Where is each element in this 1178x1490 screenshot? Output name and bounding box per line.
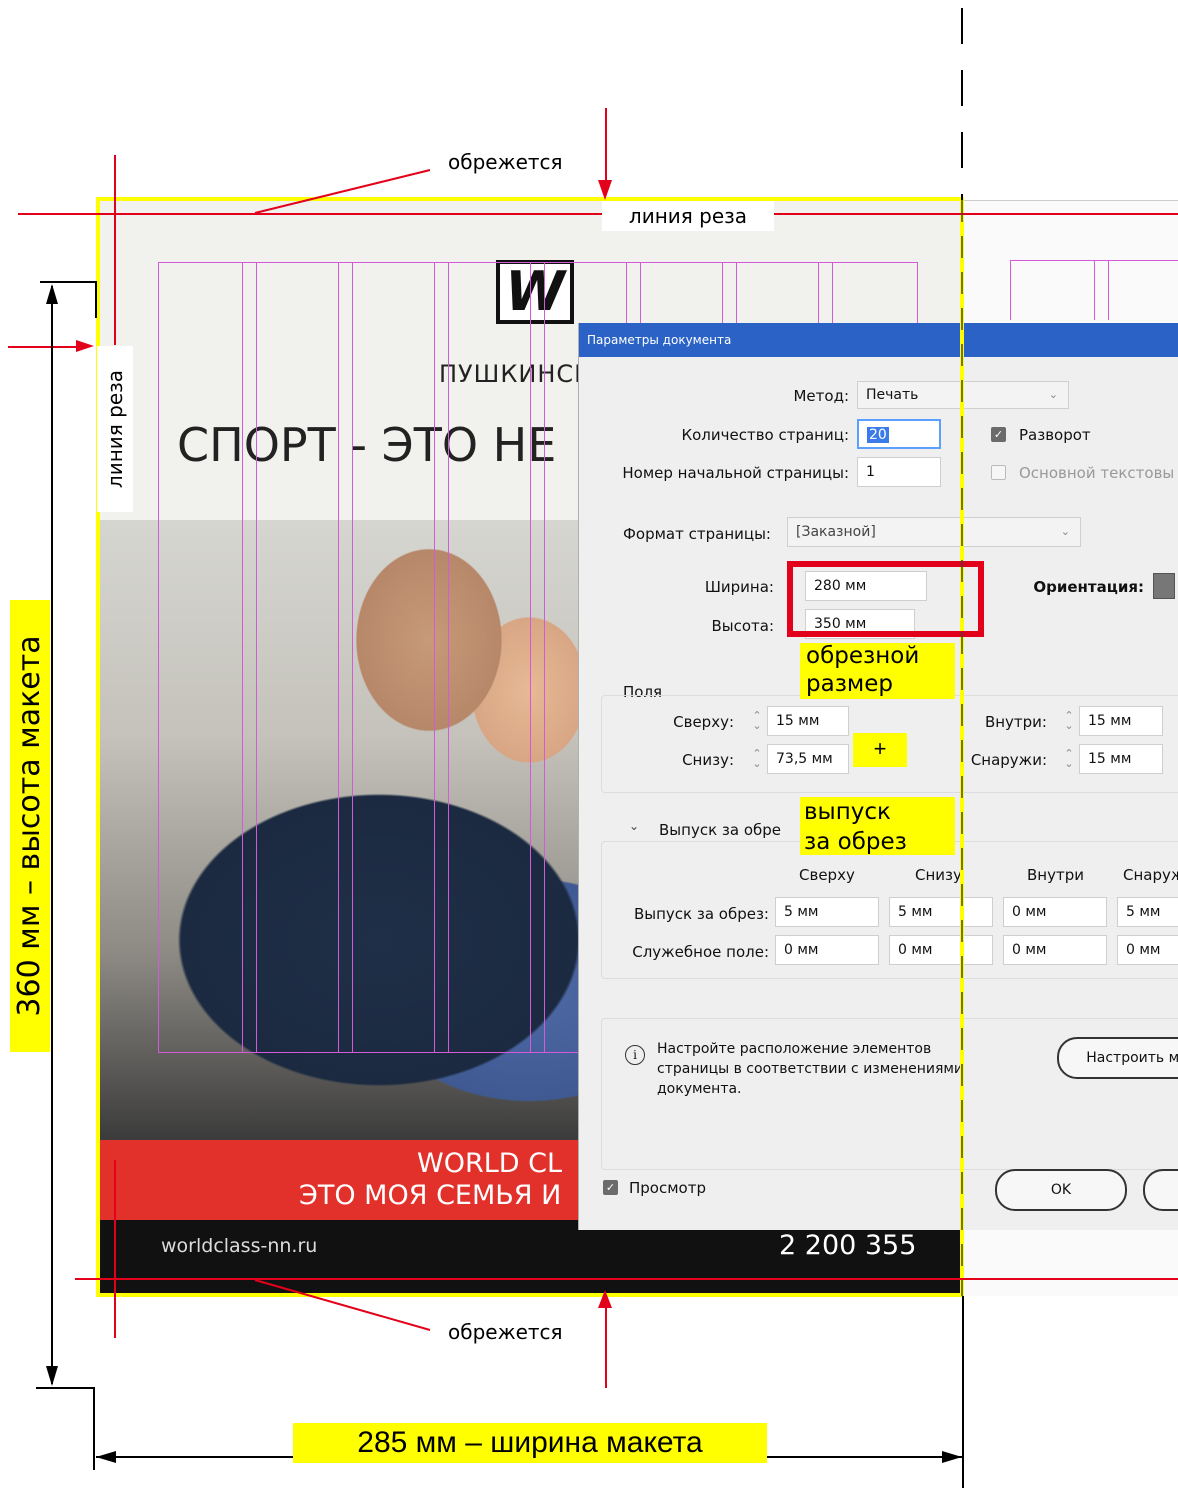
width-dimension-label: 285 мм – ширина макета bbox=[293, 1423, 767, 1463]
bleed-note-line-2: за обрез bbox=[804, 829, 907, 855]
pointer-line-bottom bbox=[254, 1279, 431, 1331]
height-dimension-bracket-bottom bbox=[36, 1387, 95, 1470]
arrow-right-icon bbox=[76, 340, 94, 352]
trim-size-note-line-1: обрезной bbox=[806, 643, 920, 669]
annotation-arrows bbox=[36, 8, 964, 1488]
cut-line-label-top: линия реза bbox=[602, 201, 774, 231]
pointer-line-top bbox=[254, 169, 431, 214]
height-dimension-label-box: 360 мм – высота макета bbox=[10, 600, 50, 1052]
trim-size-note-line-2: размер bbox=[806, 671, 894, 697]
plus-note: + bbox=[853, 733, 907, 767]
trim-label-top: обрежется bbox=[448, 150, 563, 174]
arrow-down-icon bbox=[598, 180, 612, 200]
bleed-note: выпуск за обрез bbox=[800, 797, 955, 855]
trim-label-bottom: обрежется bbox=[448, 1320, 563, 1344]
height-dimension-label: 360 мм – высота макета bbox=[12, 635, 47, 1017]
arrow-right-icon bbox=[942, 1451, 962, 1463]
arrow-up-icon bbox=[598, 1290, 612, 1308]
bleed-note-line-1: выпуск bbox=[804, 799, 891, 825]
cut-line-label-left: линия реза bbox=[97, 346, 133, 512]
arrow-down-icon bbox=[46, 1366, 58, 1386]
trim-size-note: обрезной размер bbox=[800, 643, 955, 699]
arrow-left-icon bbox=[96, 1451, 116, 1463]
cut-line-label-left-text: линия реза bbox=[103, 369, 127, 489]
arrow-up-icon bbox=[46, 284, 58, 304]
